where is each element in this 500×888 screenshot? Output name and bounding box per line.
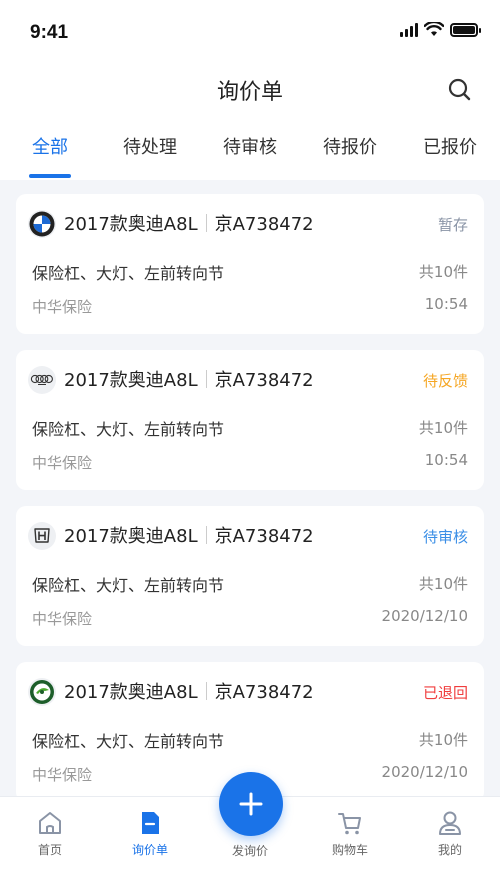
search-icon[interactable] xyxy=(446,76,474,104)
divider xyxy=(205,682,207,700)
status-badge: 暂存 xyxy=(437,216,468,234)
nav-bar: 询价单 xyxy=(0,60,500,120)
status-bar: 9:41 xyxy=(0,0,500,60)
license-plate: 京A738472 xyxy=(214,370,314,391)
license-plate: 京A738472 xyxy=(214,214,314,235)
tab-awaiting-quote[interactable]: 待报价 xyxy=(300,120,400,180)
tab-home[interactable]: 首页 xyxy=(0,797,100,888)
signal-icon xyxy=(400,22,418,37)
bmw-logo-icon xyxy=(28,210,56,238)
battery-icon xyxy=(450,22,481,37)
car-model: 2017款奥迪A8L xyxy=(64,214,198,235)
car-model: 2017款奥迪A8L xyxy=(64,370,198,391)
card-title: 2017款奥迪A8L 京A738472 xyxy=(64,522,314,548)
tab-inquiry-label: 询价单 xyxy=(131,843,168,857)
tab-review[interactable]: 待审核 xyxy=(200,120,300,180)
tab-cart[interactable]: 购物车 xyxy=(300,797,400,888)
status-icons xyxy=(400,22,481,37)
parts-count: 共10件 xyxy=(418,731,468,749)
divider xyxy=(205,214,207,232)
parts-count: 共10件 xyxy=(418,419,468,437)
insurance-company: 中华保险 xyxy=(32,766,93,784)
parts-count: 共10件 xyxy=(418,575,468,593)
new-inquiry-button[interactable] xyxy=(219,772,283,836)
inquiry-card[interactable]: 2017款奥迪A8L 京A738472 待审核 保险杠、大灯、左前转向节 共10… xyxy=(16,506,484,646)
timestamp: 10:54 xyxy=(424,451,468,469)
insurance-company: 中华保险 xyxy=(32,298,93,316)
status-time: 9:41 xyxy=(30,22,69,43)
skoda-logo-icon xyxy=(28,678,56,706)
timestamp: 2020/12/10 xyxy=(381,607,468,625)
page-title: 询价单 xyxy=(216,80,283,105)
divider xyxy=(205,526,207,544)
inquiry-card[interactable]: 2017款奥迪A8L 京A738472 待反馈 保险杠、大灯、左前转向节 共10… xyxy=(16,350,484,490)
plus-icon xyxy=(239,792,263,816)
filter-tabs: 全部 待处理 待审核 待报价 已报价 xyxy=(0,120,500,180)
parts-list: 保险杠、大灯、左前转向节 xyxy=(32,576,225,595)
parts-list: 保险杠、大灯、左前转向节 xyxy=(32,264,225,283)
status-badge: 已退回 xyxy=(422,684,468,702)
new-inquiry-label: 发询价 xyxy=(231,844,268,858)
license-plate: 京A738472 xyxy=(214,682,314,703)
tab-home-label: 首页 xyxy=(37,843,62,857)
tab-mine[interactable]: 我的 xyxy=(400,797,500,888)
card-title: 2017款奥迪A8L 京A738472 xyxy=(64,210,314,236)
insurance-company: 中华保险 xyxy=(32,610,93,628)
parts-list: 保险杠、大灯、左前转向节 xyxy=(32,420,225,439)
card-title: 2017款奥迪A8L 京A738472 xyxy=(64,678,314,704)
tab-cart-label: 购物车 xyxy=(331,843,368,857)
status-badge: 待反馈 xyxy=(422,372,468,390)
timestamp: 2020/12/10 xyxy=(381,763,468,781)
tab-pending[interactable]: 待处理 xyxy=(100,120,200,180)
tab-mine-label: 我的 xyxy=(437,843,462,857)
inquiry-card[interactable]: 2017款奥迪A8L 京A738472 暂存 保险杠、大灯、左前转向节 共10件… xyxy=(16,194,484,334)
timestamp: 10:54 xyxy=(424,295,468,313)
insurance-company: 中华保险 xyxy=(32,454,93,472)
document-icon xyxy=(142,812,159,834)
user-icon xyxy=(439,811,461,835)
divider xyxy=(205,370,207,388)
wifi-icon xyxy=(424,22,444,36)
tab-inquiry[interactable]: 询价单 xyxy=(100,797,200,888)
car-model: 2017款奥迪A8L xyxy=(64,526,198,547)
home-icon xyxy=(39,812,61,834)
inquiry-list: 2017款奥迪A8L 京A738472 暂存 保险杠、大灯、左前转向节 共10件… xyxy=(16,194,484,818)
cart-icon xyxy=(338,813,361,835)
parts-list: 保险杠、大灯、左前转向节 xyxy=(32,732,225,751)
honda-logo-icon xyxy=(28,522,56,550)
audi-logo-icon xyxy=(28,366,56,394)
card-title: 2017款奥迪A8L 京A738472 xyxy=(64,366,314,392)
tab-quoted[interactable]: 已报价 xyxy=(400,120,500,180)
license-plate: 京A738472 xyxy=(214,526,314,547)
status-badge: 待审核 xyxy=(422,528,468,546)
screen: 9:41 询价单 全部 待处理 待审核 待报价 已报价 2017款奥迪A8L 京… xyxy=(0,0,500,888)
tab-all[interactable]: 全部 xyxy=(0,120,100,180)
parts-count: 共10件 xyxy=(418,263,468,281)
car-model: 2017款奥迪A8L xyxy=(64,682,198,703)
